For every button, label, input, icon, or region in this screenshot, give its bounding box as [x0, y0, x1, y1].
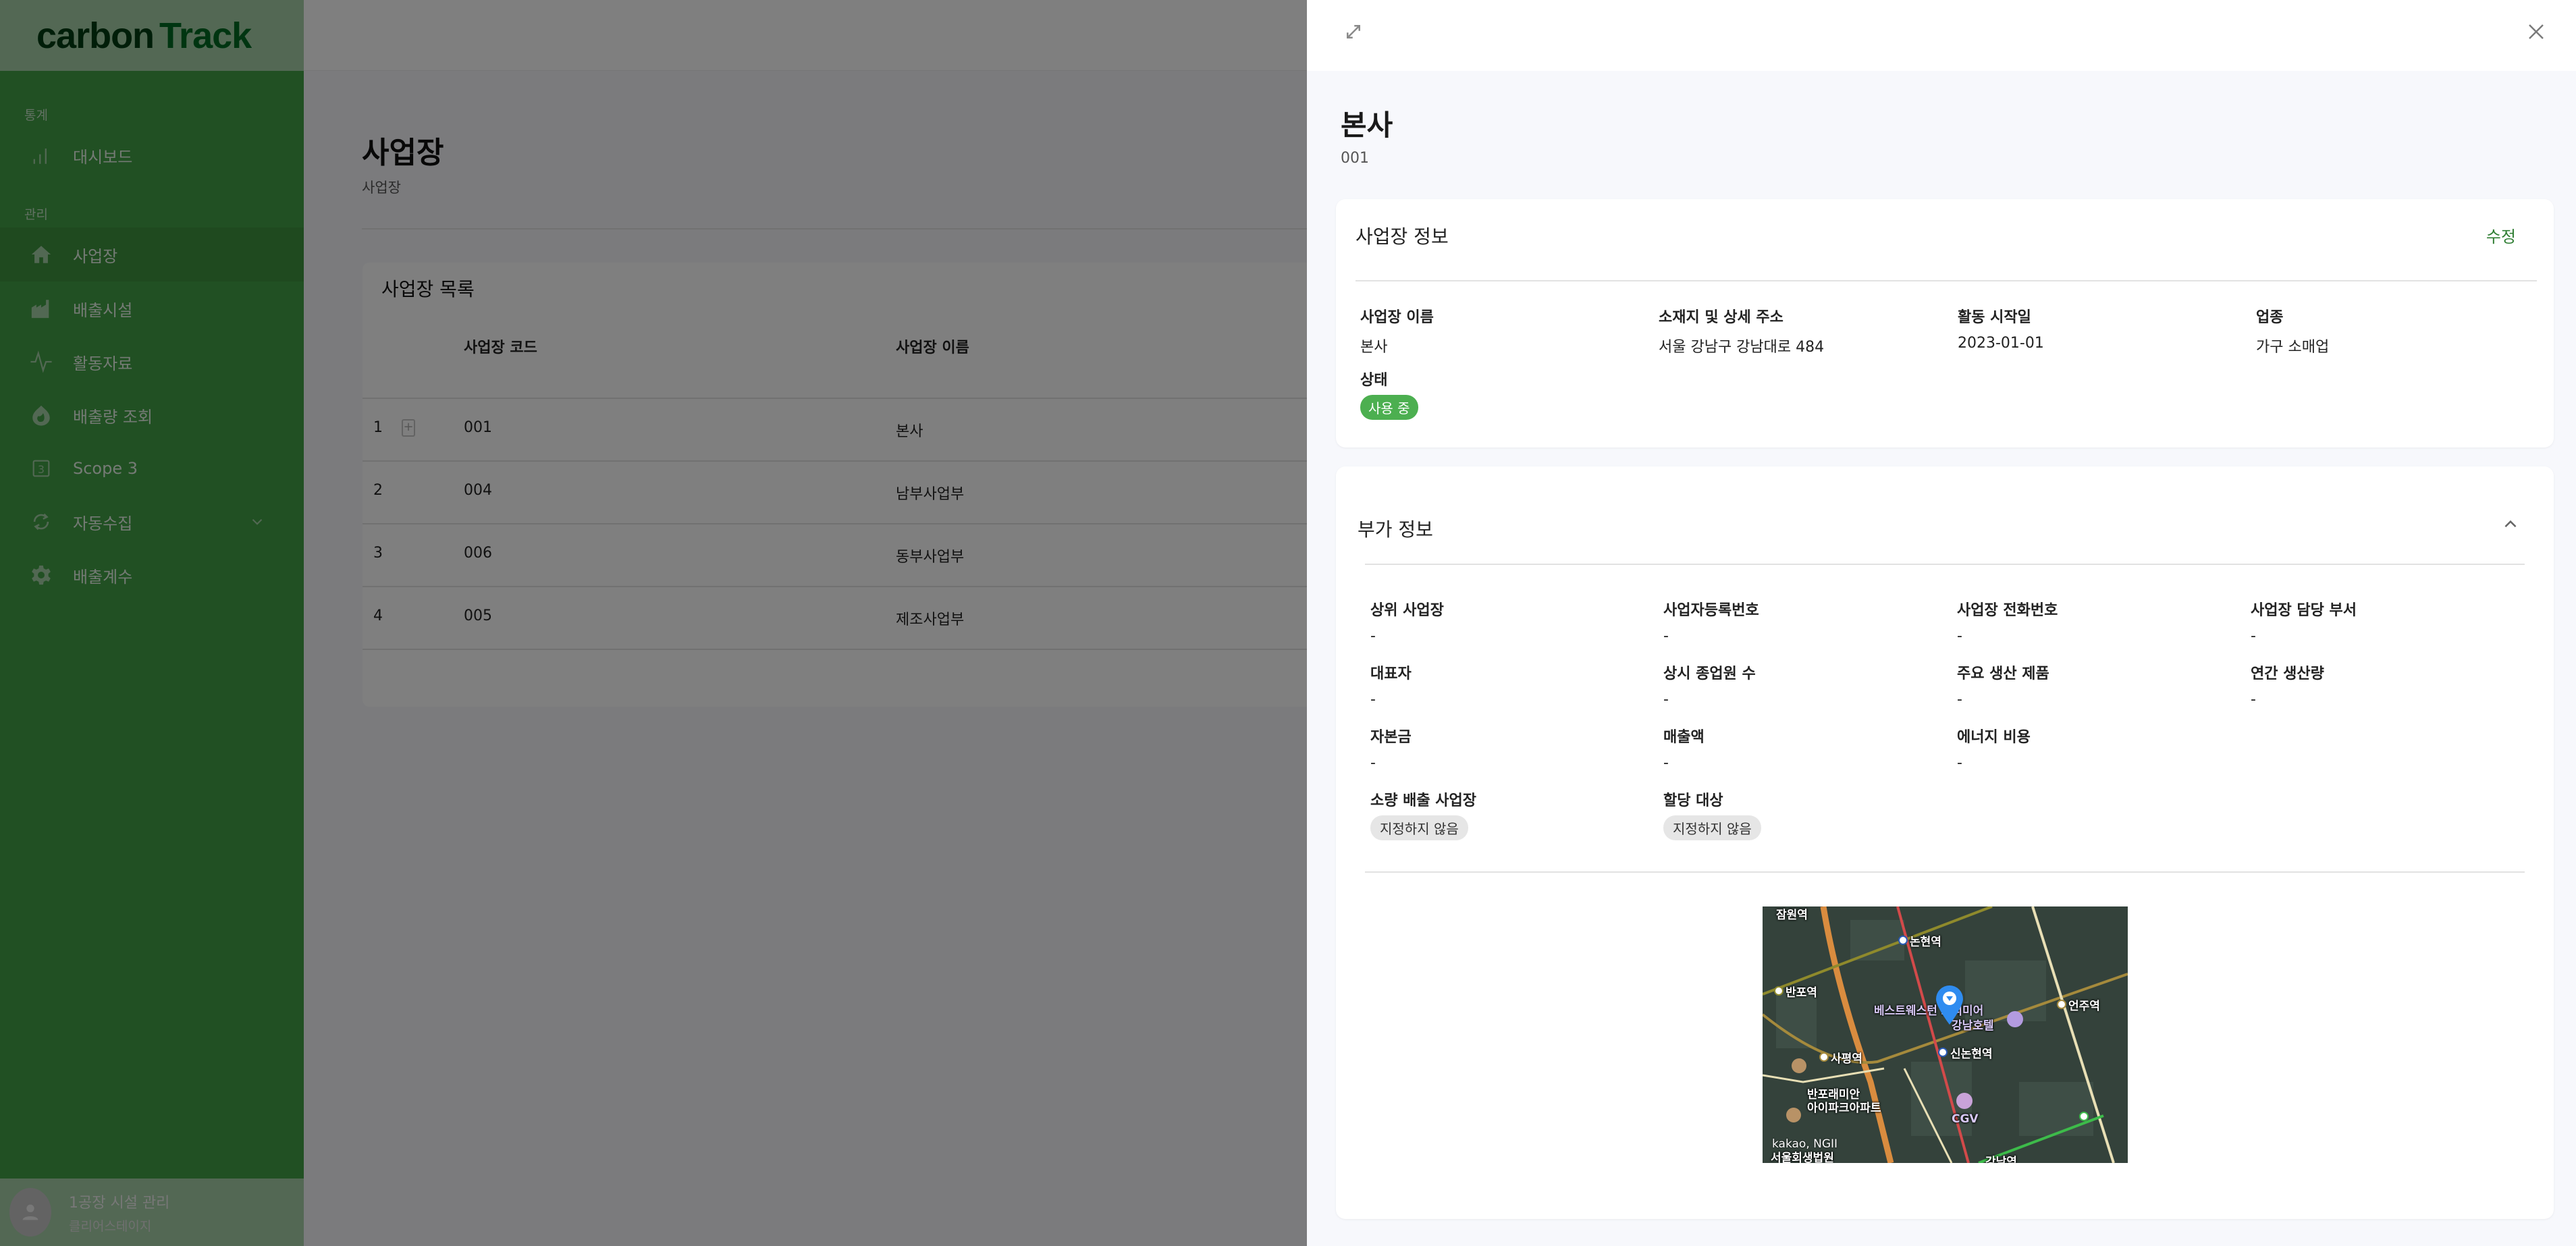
map-label: 아이파크아파트 [1807, 1102, 1881, 1115]
card-divider [1365, 564, 2525, 565]
drawer-toolbar [1307, 0, 2576, 71]
field-label: 업종 [2256, 309, 2284, 326]
field-value: 서울 강남구 강남대로 484 [1659, 339, 1825, 356]
drawer-title: 본사 [1341, 109, 1393, 142]
field-employees: 상시 종업원 수 - [1663, 661, 1756, 708]
site-detail-drawer: 본사 001 사업장 정보 수정 사업장 이름 본사 소재지 및 상세 주소 서… [1307, 0, 2576, 1246]
site-info-card: 사업장 정보 수정 사업장 이름 본사 소재지 및 상세 주소 서울 강남구 강… [1336, 199, 2554, 448]
field-energy-cost: 에너지 비용 - [1957, 725, 2031, 771]
extra-info-title: 부가 정보 [1358, 518, 1433, 541]
field-value: - [1370, 755, 1376, 771]
field-label: 자본금 [1370, 729, 1412, 746]
field-value: - [1663, 691, 1669, 708]
field-label: 상시 종업원 수 [1663, 666, 1756, 682]
field-value: - [2251, 628, 2256, 645]
field-annual-production: 연간 생산량 - [2251, 661, 2324, 708]
field-value: - [1370, 628, 1376, 645]
expand-drawer-button[interactable] [1342, 20, 1365, 43]
field-allocation-target: 할당 대상 지정하지 않음 [1663, 788, 1761, 840]
field-value: - [1957, 755, 1962, 771]
flag-chip: 지정하지 않음 [1663, 815, 1761, 840]
field-phone: 사업장 전화번호 - [1957, 598, 2058, 645]
field-value: 2023-01-01 [1958, 335, 2044, 352]
field-label: 사업장 이름 [1360, 309, 1434, 326]
field-site-name: 사업장 이름 본사 [1360, 305, 1434, 356]
field-label: 사업장 전화번호 [1957, 602, 2058, 619]
field-label: 활동 시작일 [1958, 309, 2031, 326]
field-label: 할당 대상 [1663, 792, 1723, 809]
extra-info-card: 부가 정보 상위 사업장 - 사업자등록번호 - 사업장 전화번호 - 사업장 … [1336, 466, 2554, 1219]
field-label: 사업자등록번호 [1663, 602, 1759, 619]
field-capital: 자본금 - [1370, 725, 1412, 771]
field-representative: 대표자 - [1370, 661, 1412, 708]
field-label: 소재지 및 상세 주소 [1659, 309, 1783, 326]
field-value: - [1957, 628, 1962, 645]
edit-button[interactable]: 수정 [2486, 223, 2516, 247]
field-label: 연간 생산량 [2251, 666, 2324, 682]
map-label: 논현역 [1910, 936, 1941, 949]
site-info-title: 사업장 정보 [1356, 225, 1449, 248]
expand-icon [1347, 25, 1360, 38]
map-label: 언주역 [2068, 1000, 2100, 1013]
field-status: 상태 사용 중 [1360, 368, 1418, 420]
field-value: - [1663, 628, 1669, 645]
field-label: 사업장 담당 부서 [2251, 602, 2357, 619]
field-parent-site: 상위 사업장 - [1370, 598, 1444, 645]
card-divider [1365, 871, 2525, 873]
status-badge: 사용 중 [1360, 395, 1418, 420]
field-value: - [1957, 691, 1962, 708]
field-value: - [2251, 691, 2256, 708]
map-label: CGV [1952, 1112, 1979, 1126]
field-label: 상위 사업장 [1370, 602, 1444, 619]
site-location-map[interactable]: 잠원역 논현역 반포역 언주역 사평역 신논현역 CGV 강남역 베스트웨스턴 … [1763, 906, 2128, 1163]
map-label: 잠원역 [1776, 909, 1808, 922]
map-credit: kakao, NGII [1772, 1137, 1838, 1151]
field-label: 주요 생산 제품 [1957, 666, 2049, 682]
field-value: 가구 소매업 [2256, 339, 2330, 356]
field-label: 소량 배출 사업장 [1370, 792, 1476, 809]
field-value: - [1663, 755, 1669, 771]
field-department: 사업장 담당 부서 - [2251, 598, 2357, 645]
map-label: 신논현역 [1950, 1048, 1993, 1061]
drawer-site-code: 001 [1341, 150, 1369, 167]
map-label: 반포역 [1786, 986, 1817, 1000]
map-label: 강남역 [1985, 1156, 2017, 1163]
collapse-section-button[interactable] [2500, 514, 2521, 535]
field-value: 본사 [1360, 339, 1388, 356]
flag-chip: 지정하지 않음 [1370, 815, 1468, 840]
field-label: 상태 [1360, 372, 1388, 389]
field-revenue: 매출액 - [1663, 725, 1705, 771]
field-industry: 업종 가구 소매업 [2256, 305, 2329, 356]
chevron-up-icon [2504, 520, 2517, 528]
field-start-date: 활동 시작일 2023-01-01 [1958, 305, 2044, 352]
field-value: - [1370, 691, 1376, 708]
close-drawer-button[interactable] [2525, 20, 2548, 43]
location-pin-icon[interactable] [1935, 984, 1964, 1026]
field-address: 소재지 및 상세 주소 서울 강남구 강남대로 484 [1659, 305, 1824, 356]
card-divider [1356, 280, 2537, 281]
close-icon [2529, 24, 2544, 39]
field-label: 에너지 비용 [1957, 729, 2031, 746]
field-label: 매출액 [1663, 729, 1705, 746]
field-small-emitter: 소량 배출 사업장 지정하지 않음 [1370, 788, 1476, 840]
field-main-products: 주요 생산 제품 - [1957, 661, 2049, 708]
map-tiles [1763, 906, 2128, 1163]
map-label: 사평역 [1831, 1052, 1862, 1066]
field-label: 대표자 [1370, 666, 1412, 682]
field-business-reg-no: 사업자등록번호 - [1663, 598, 1759, 645]
